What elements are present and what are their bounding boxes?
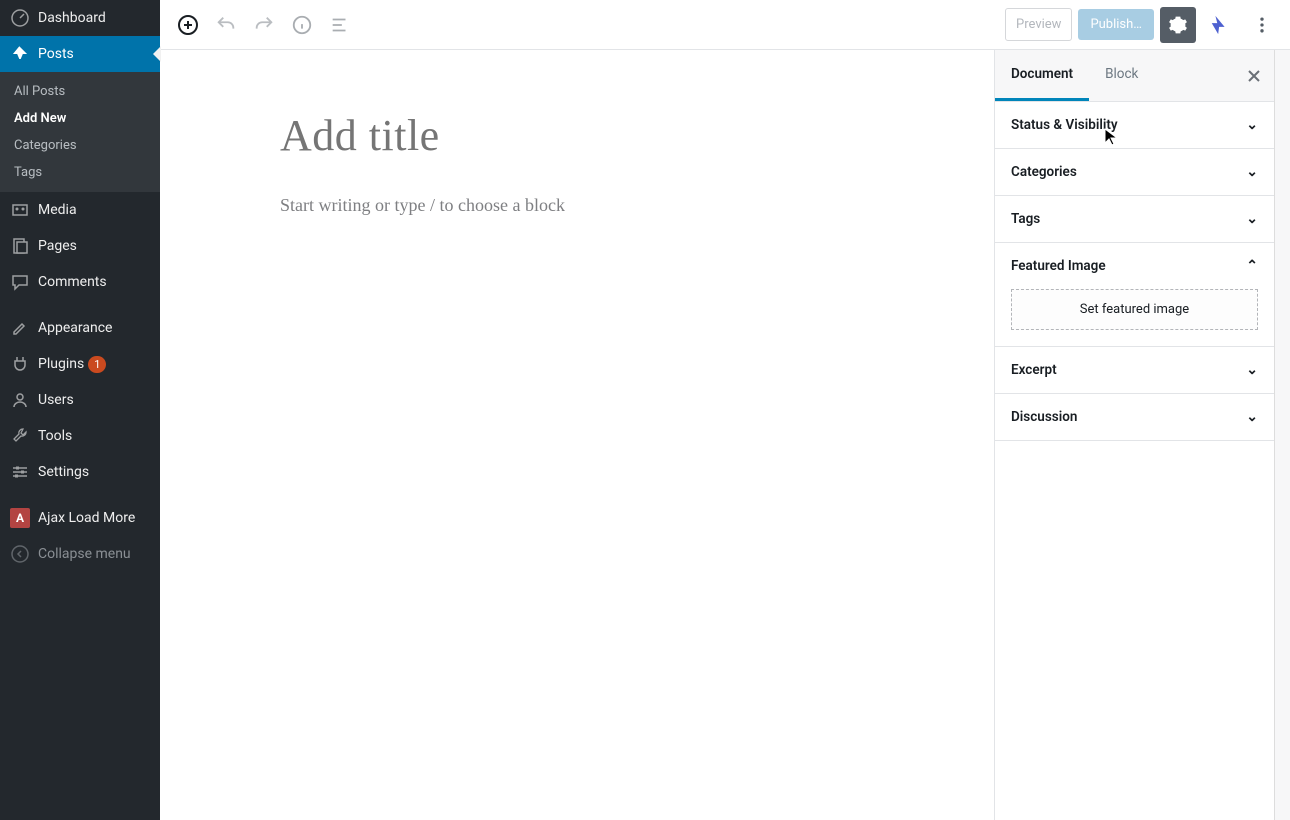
- panel-title: Status & Visibility: [1011, 117, 1118, 133]
- sidebar-item-ajax-load-more[interactable]: A Ajax Load More: [0, 500, 160, 536]
- pin-icon: [10, 44, 30, 64]
- sidebar-label: Plugins: [38, 356, 84, 372]
- alm-icon: A: [10, 508, 30, 528]
- sidebar-item-plugins[interactable]: Plugins 1: [0, 346, 160, 382]
- sidebar-label: Media: [38, 202, 77, 218]
- chevron-down-icon: ⌄: [1246, 211, 1258, 227]
- panel-status-visibility[interactable]: Status & Visibility ⌄: [995, 102, 1274, 149]
- chevron-down-icon: ⌄: [1246, 117, 1258, 133]
- panel-excerpt[interactable]: Excerpt ⌄: [995, 347, 1274, 394]
- panel-tags[interactable]: Tags ⌄: [995, 196, 1274, 243]
- editor-canvas[interactable]: Start writing or type / to choose a bloc…: [160, 50, 994, 820]
- sidebar-collapse-menu[interactable]: Collapse menu: [0, 536, 160, 572]
- post-title-input[interactable]: [280, 110, 934, 161]
- pages-icon: [10, 236, 30, 256]
- plug-icon: [10, 354, 30, 374]
- vertical-scrollbar[interactable]: [1274, 50, 1290, 820]
- add-block-button[interactable]: [170, 7, 206, 43]
- outline-button[interactable]: [322, 7, 358, 43]
- sidebar-label: Settings: [38, 464, 89, 480]
- panel-featured-image-header[interactable]: Featured Image ⌃: [995, 243, 1274, 289]
- submenu-all-posts[interactable]: All Posts: [0, 78, 160, 105]
- sliders-icon: [10, 462, 30, 482]
- set-featured-image-button[interactable]: Set featured image: [1011, 289, 1258, 330]
- preview-button: Preview: [1005, 8, 1072, 41]
- sidebar-label: Appearance: [38, 320, 112, 336]
- close-inspector-button[interactable]: [1234, 51, 1274, 101]
- user-icon: [10, 390, 30, 410]
- dashboard-icon: [10, 8, 30, 28]
- undo-button[interactable]: [208, 7, 244, 43]
- sidebar-label: Pages: [38, 238, 77, 254]
- chevron-down-icon: ⌄: [1246, 362, 1258, 378]
- jetpack-button[interactable]: [1202, 7, 1238, 43]
- panel-title: Tags: [1011, 211, 1040, 227]
- submenu-tags[interactable]: Tags: [0, 159, 160, 186]
- post-body-placeholder[interactable]: Start writing or type / to choose a bloc…: [280, 195, 934, 216]
- posts-submenu: All Posts Add New Categories Tags: [0, 72, 160, 192]
- panel-title: Featured Image: [1011, 258, 1106, 274]
- editor-topbar: Preview Publish…: [160, 0, 1290, 50]
- submenu-add-new[interactable]: Add New: [0, 105, 160, 132]
- more-options-button[interactable]: [1244, 7, 1280, 43]
- sidebar-item-dashboard[interactable]: Dashboard: [0, 0, 160, 36]
- tab-document[interactable]: Document: [995, 50, 1089, 101]
- sidebar-item-pages[interactable]: Pages: [0, 228, 160, 264]
- comment-icon: [10, 272, 30, 292]
- sidebar-label: Users: [38, 392, 74, 408]
- wrench-icon: [10, 426, 30, 446]
- sidebar-item-media[interactable]: Media: [0, 192, 160, 228]
- inspector-panel: Document Block Status & Visibility ⌄ Cate…: [994, 50, 1274, 820]
- chevron-down-icon: ⌄: [1246, 164, 1258, 180]
- panel-title: Categories: [1011, 164, 1077, 180]
- panel-discussion[interactable]: Discussion ⌄: [995, 394, 1274, 441]
- tab-block[interactable]: Block: [1089, 50, 1154, 101]
- panel-title: Discussion: [1011, 409, 1077, 425]
- collapse-icon: [10, 544, 30, 564]
- sidebar-label: Tools: [38, 428, 72, 444]
- sidebar-label: Ajax Load More: [38, 510, 135, 526]
- redo-button[interactable]: [246, 7, 282, 43]
- media-icon: [10, 200, 30, 220]
- submenu-categories[interactable]: Categories: [0, 132, 160, 159]
- publish-button: Publish…: [1078, 9, 1154, 40]
- panel-title: Excerpt: [1011, 362, 1057, 378]
- chevron-up-icon: ⌃: [1246, 258, 1258, 274]
- admin-sidebar: Dashboard Posts All Posts Add New Catego…: [0, 0, 160, 820]
- panel-featured-image: Featured Image ⌃ Set featured image: [995, 243, 1274, 347]
- settings-toggle-button[interactable]: [1160, 7, 1196, 43]
- sidebar-label: Comments: [38, 274, 107, 290]
- sidebar-item-appearance[interactable]: Appearance: [0, 310, 160, 346]
- sidebar-label: Posts: [38, 46, 74, 62]
- brush-icon: [10, 318, 30, 338]
- panel-categories[interactable]: Categories ⌄: [995, 149, 1274, 196]
- info-button[interactable]: [284, 7, 320, 43]
- sidebar-label: Collapse menu: [38, 546, 131, 562]
- sidebar-item-comments[interactable]: Comments: [0, 264, 160, 300]
- chevron-down-icon: ⌄: [1246, 409, 1258, 425]
- sidebar-item-tools[interactable]: Tools: [0, 418, 160, 454]
- sidebar-item-settings[interactable]: Settings: [0, 454, 160, 490]
- plugins-badge: 1: [88, 356, 106, 373]
- sidebar-item-users[interactable]: Users: [0, 382, 160, 418]
- sidebar-label: Dashboard: [38, 10, 106, 26]
- sidebar-item-posts[interactable]: Posts: [0, 36, 160, 72]
- editor-main: Preview Publish… Start writing or type /…: [160, 0, 1290, 820]
- inspector-tabs: Document Block: [995, 50, 1274, 102]
